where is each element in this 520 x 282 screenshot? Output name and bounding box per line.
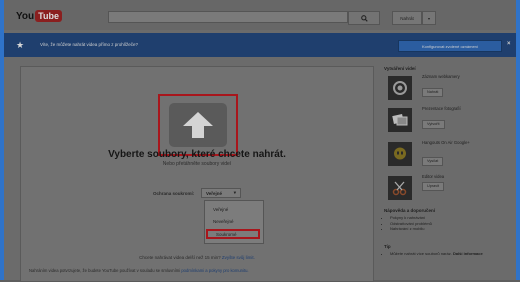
search-button[interactable] — [348, 11, 380, 25]
scissors-icon — [388, 176, 412, 200]
top-bar: You Tube Nahrát ▾ — [4, 0, 516, 30]
select-files-button[interactable] — [158, 94, 238, 156]
tool-hangouts: Hangouts On Air Google+ Vysílat — [384, 140, 514, 170]
record-icon — [388, 76, 412, 100]
sidebar: Vytváření videí Záznam webkamery Nahrát … — [384, 66, 514, 280]
privacy-option-private[interactable]: Soukromé — [206, 229, 260, 239]
help-link-mobile-upload[interactable]: Nahrávání z mobilu — [390, 226, 514, 232]
help-list: Pokyny k nahrávání Odstraňování problémů… — [384, 215, 514, 232]
privacy-option-public[interactable]: Veřejné — [205, 205, 263, 215]
webcam-record-button[interactable]: Nahrát — [422, 88, 444, 97]
tool-webcam-name: Záznam webkamery — [422, 74, 460, 79]
notification-bar: ★ Víte, že můžete nahrát videa přímo z p… — [4, 33, 516, 57]
hangouts-broadcast-button[interactable]: Vysílat — [422, 157, 444, 166]
drag-files-hint: Nebo přetáhněte soubory videí — [162, 161, 232, 167]
terms-note: Nahráním videa potvrzujete, že budete Yo… — [29, 268, 369, 273]
search-input[interactable] — [108, 11, 348, 23]
increase-limit-link[interactable]: Zvyšte svůj limit. — [222, 255, 255, 260]
tool-video-editor-name: Editor videa — [422, 174, 445, 179]
notification-text: Víte, že můžete nahrát videa přímo z pro… — [40, 42, 139, 47]
upload-title: Vyberte soubory, které chcete nahrát. — [108, 149, 286, 160]
tool-video-editor: Editor videa Upravit — [384, 174, 514, 204]
tool-hangouts-name: Hangouts On Air Google+ — [422, 140, 470, 145]
close-icon[interactable]: × — [507, 41, 511, 47]
privacy-dropdown[interactable]: Veřejné ▾ — [201, 188, 241, 198]
help-heading: Nápověda a doporučení — [384, 208, 436, 213]
star-icon: ★ — [16, 40, 25, 50]
slideshow-create-button[interactable]: Vytvořit — [422, 120, 445, 129]
upload-arrow-icon — [169, 103, 227, 147]
youtube-logo[interactable]: You Tube — [16, 10, 62, 22]
tool-webcam: Záznam webkamery Nahrát — [384, 74, 514, 104]
tip-heading: Tip — [384, 244, 391, 249]
duration-limit-note: Chcete nahrávat videa delší než 15 min? … — [21, 255, 373, 260]
duration-limit-text: Chcete nahrávat videa delší než 15 min? — [139, 255, 221, 260]
chevron-down-icon: ▾ — [233, 190, 236, 195]
upload-button[interactable]: Nahrát — [392, 11, 422, 25]
video-creation-heading: Vytváření videí — [384, 66, 416, 71]
privacy-menu: Veřejné Neveřejné Soukromé — [204, 200, 264, 244]
privacy-label: Ochrana soukromí: — [153, 191, 195, 196]
upload-page: You Tube Nahrát ▾ ★ Víte, že můžete nahr… — [4, 0, 516, 282]
logo-tube-text: Tube — [35, 10, 62, 22]
tip-more-info-link[interactable]: Další informace — [453, 251, 483, 256]
right-border — [516, 0, 520, 280]
photos-icon — [388, 108, 412, 132]
upload-dropdown-button[interactable]: ▾ — [422, 11, 436, 25]
tip-item: Můžete nahrát více souborů naráz. Další … — [390, 251, 514, 257]
tip-text: Můžete nahrát více souborů naráz. — [390, 251, 452, 256]
privacy-option-unlisted[interactable]: Neveřejné — [205, 217, 263, 227]
terms-link[interactable]: podmínkami a pokyny pro komunitu. — [181, 268, 248, 273]
browser-frame: You Tube Nahrát ▾ ★ Víte, že můžete nahr… — [0, 0, 520, 282]
video-editor-edit-button[interactable]: Upravit — [422, 182, 445, 191]
terms-text: Nahráním videa potvrzujete, že budete Yo… — [29, 268, 181, 273]
hangouts-icon — [388, 142, 412, 166]
tool-slideshow-name: Prezentace fotografií — [422, 106, 461, 111]
tip-box: Můžete nahrát více souborů naráz. Další … — [384, 251, 514, 257]
tool-slideshow: Prezentace fotografií Vytvořit — [384, 106, 514, 136]
upload-card: Vyberte soubory, které chcete nahrát. Ne… — [20, 66, 374, 282]
search-icon — [360, 14, 368, 22]
logo-you-text: You — [16, 10, 35, 22]
notification-settings-button[interactable]: Konfigurovat zvolené oznámení — [398, 40, 502, 52]
privacy-selected-value: Veřejné — [206, 190, 223, 196]
